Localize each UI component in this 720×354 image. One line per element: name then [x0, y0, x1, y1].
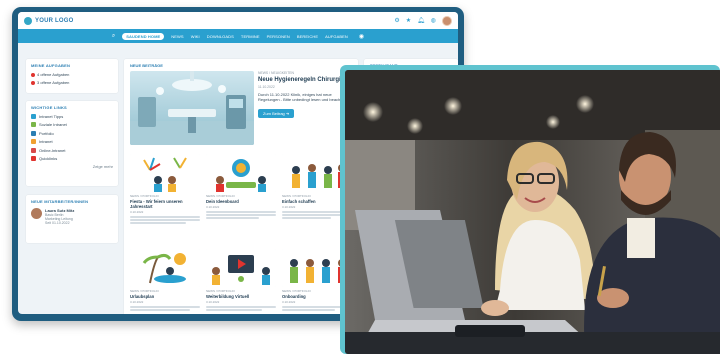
- tile-excerpt: [130, 216, 200, 224]
- office-photo: [345, 70, 720, 354]
- task-label: 4 offene Aufgaben: [37, 72, 70, 77]
- alert-dot-icon: [31, 72, 35, 77]
- task-item[interactable]: 4 offene Aufgaben: [31, 72, 113, 77]
- quicklink-label: Intranet: [39, 139, 53, 145]
- link-icon: [31, 130, 36, 136]
- featured-image[interactable]: [130, 71, 254, 145]
- nav-downloads[interactable]: DOWNLOADS: [207, 34, 234, 39]
- colleague-avatar: [31, 208, 42, 219]
- tile-date: 3.10.2022: [206, 300, 220, 304]
- tile-meta: NEWS / PORTFOLIO: [130, 289, 159, 293]
- logo-text: YOUR LOGO: [35, 17, 74, 24]
- promo-stage: YOUR LOGO ⚙ ★ 🔔︎ ◍ ⌕ SAUDEND HOME NEWS W…: [0, 0, 720, 354]
- colleagues-card: NEUE MITARBEITER/INNEN Laura Sutz Mitz B…: [26, 195, 118, 243]
- news-tile[interactable]: NEWS / PORTFOLIO Fiesta - Wir feiern uns…: [130, 154, 200, 226]
- news-tile[interactable]: NEWS / PORTFOLIO Urlaubsplan 3.10.2022: [130, 249, 200, 312]
- settings-icon[interactable]: ⚙: [394, 18, 399, 24]
- colleagues-at-laptop-photo: [345, 70, 720, 354]
- operating-room-illustration: [130, 71, 254, 145]
- nav-home[interactable]: SAUDEND HOME: [122, 32, 165, 40]
- task-item[interactable]: 3 offene Aufgaben: [31, 80, 113, 85]
- nav-termine[interactable]: TERMINE: [241, 34, 260, 39]
- tile-title: Fiesta - Wir feiern unseren Jahresstart: [130, 199, 183, 209]
- quicklink-label: Intranet Tipps: [39, 114, 64, 119]
- tile-title: Urlaubsplan: [130, 294, 155, 299]
- tile-meta: NEWS / PORTFOLIO: [206, 194, 235, 198]
- news-title: NEUE BEITRÄGE: [130, 63, 163, 68]
- quicklink-item[interactable]: Online-Intranet: [31, 147, 113, 153]
- user-avatar[interactable]: [442, 15, 452, 26]
- colleague-since: Seit 01.10.2022: [45, 221, 70, 225]
- quicklink-item[interactable]: Intranet: [31, 139, 113, 145]
- tile-meta: NEWS / PORTFOLIO: [206, 289, 235, 293]
- link-icon: [31, 114, 36, 119]
- tile-title: Dein Ideenboard: [206, 199, 239, 204]
- tile-excerpt: [130, 306, 200, 311]
- show-more-link[interactable]: Zeige mehr: [31, 164, 113, 169]
- link-icon: [31, 139, 36, 145]
- top-bar: YOUR LOGO ⚙ ★ 🔔︎ ◍: [18, 12, 458, 29]
- search-icon[interactable]: ⌕: [112, 33, 115, 40]
- alert-dot-icon: [31, 80, 35, 85]
- tile-image: [206, 154, 276, 192]
- vacation-illustration: [130, 249, 200, 287]
- link-icon: [31, 147, 36, 153]
- colleagues-title: NEUE MITARBEITER/INNEN: [31, 199, 89, 204]
- tile-excerpt: [206, 306, 276, 311]
- logo-icon: [24, 16, 32, 25]
- tile-image: [206, 249, 276, 287]
- training-illustration: [206, 249, 276, 287]
- task-label: 3 offene Aufgaben: [37, 80, 70, 85]
- idea-board-illustration: [206, 154, 276, 192]
- top-icons: ⚙ ★ 🔔︎ ◍: [394, 15, 452, 26]
- tasks-title: MEINE AUFGABEN: [31, 63, 71, 68]
- nav-personen[interactable]: PERSONEN: [267, 34, 290, 39]
- quicklink-item[interactable]: Portfolio: [31, 130, 113, 136]
- tile-image: [130, 154, 200, 192]
- main-nav: ⌕ SAUDEND HOME NEWS WIKI DOWNLOADS TERMI…: [18, 29, 458, 43]
- news-tile[interactable]: NEWS / PORTFOLIO Weiterbildung Virtuell …: [206, 249, 276, 312]
- read-post-button[interactable]: Zum Beitrag ➜: [258, 109, 295, 118]
- nav-bereiche[interactable]: BEREICHE: [297, 34, 318, 39]
- quicklink-label: Soziale Intranet: [39, 122, 67, 128]
- link-icon: [31, 122, 36, 128]
- link-icon: [31, 155, 36, 161]
- news-card: NEUE BEITRÄGE NEWS / NEUIGKEITEN Neue Hy…: [124, 59, 358, 314]
- links-title: WICHTIGE LINKS: [31, 105, 67, 110]
- star-icon[interactable]: ★: [406, 18, 411, 24]
- nav-aufgaben[interactable]: AUFGABEN: [325, 34, 348, 39]
- tile-date: 3.10.2022: [130, 300, 144, 304]
- tile-title: Weiterbildung Virtuell: [206, 294, 250, 299]
- celebration-illustration: [130, 154, 200, 192]
- read-post-label: Zum Beitrag: [263, 111, 285, 116]
- bell-icon[interactable]: 🔔︎: [417, 18, 425, 24]
- tile-meta: NEWS / PORTFOLIO: [130, 194, 159, 198]
- colleague-item[interactable]: Laura Sutz Mitz Basic Berlin Marketing L…: [31, 208, 113, 225]
- quicklink-item[interactable]: Intranet Tipps: [31, 114, 113, 119]
- news-tile[interactable]: NEWS / PORTFOLIO Dein Ideenboard 3.10.20…: [206, 154, 276, 221]
- photo-frame: [340, 65, 720, 354]
- user-icon[interactable]: ◉: [359, 33, 364, 40]
- quicklink-item[interactable]: Quicklinks: [31, 155, 113, 161]
- tile-excerpt: [206, 211, 276, 219]
- links-card: WICHTIGE LINKS Intranet Tipps Soziale In…: [26, 101, 118, 186]
- quicklink-label: Portfolio: [39, 130, 54, 136]
- tile-date: 3.10.2022: [206, 205, 220, 209]
- quicklink-item[interactable]: Soziale Intranet: [31, 122, 113, 128]
- nav-wiki[interactable]: WIKI: [191, 34, 200, 39]
- tile-date: 3.10.2022: [130, 210, 144, 214]
- tile-image: [130, 249, 200, 287]
- quicklink-label: Online-Intranet: [39, 147, 66, 153]
- tasks-card: MEINE AUFGABEN 4 offene Aufgaben 3 offen…: [26, 59, 118, 93]
- quicklink-label: Quicklinks: [39, 155, 58, 161]
- nav-news[interactable]: NEWS: [171, 34, 183, 39]
- globe-icon[interactable]: ◍: [431, 18, 436, 24]
